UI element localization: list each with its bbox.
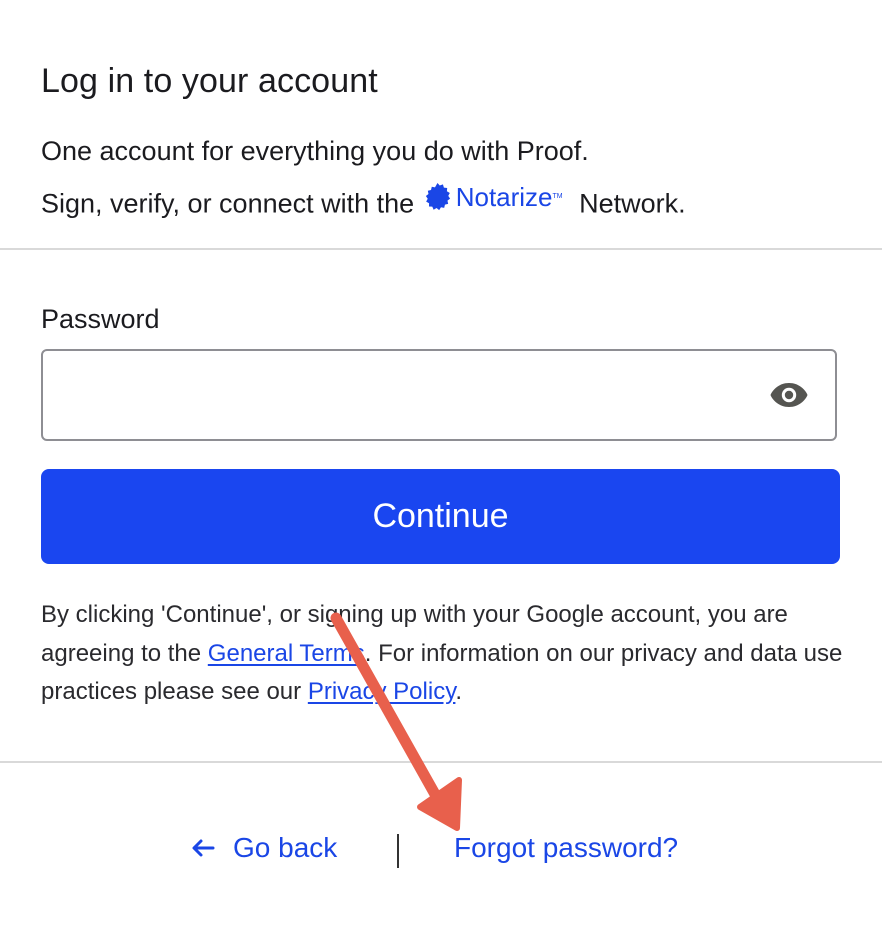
go-back-link[interactable]: Go back [191,832,337,864]
footer-separator [397,834,399,868]
subtitle-line-2-prefix: Sign, verify, or connect with the [41,188,415,219]
password-field[interactable] [41,349,837,441]
password-label: Password [41,304,160,334]
footer-divider [0,761,882,763]
notarize-tm: TM [552,193,563,200]
privacy-policy-link[interactable]: Privacy Policy [308,678,456,705]
notarize-brand-name: Notarize [455,182,553,212]
footer-nav: Go back Forgot password? [0,832,882,872]
general-terms-link[interactable]: General Terms [208,640,365,667]
subtitle-line-2-suffix: Network. [579,188,686,219]
subtitle-line-1: One account for everything you do with P… [41,136,589,166]
legal-text: By clicking 'Continue', or signing up wi… [41,596,851,712]
legal-part-3: . [455,678,463,705]
go-back-label: Go back [233,832,338,863]
continue-button[interactable]: Continue [41,469,840,564]
subtitle: One account for everything you do with P… [41,128,686,227]
eye-icon[interactable] [769,381,809,409]
header-divider [0,248,882,250]
notarize-logo: Notarize TM [422,174,572,220]
page-title: Log in to your account [41,62,378,100]
arrow-left-icon [192,839,215,857]
notarize-seal-icon [425,182,450,210]
forgot-password-link[interactable]: Forgot password? [454,832,678,864]
password-input[interactable] [59,351,763,441]
subtitle-line-2: Sign, verify, or connect with the Notari… [41,174,686,227]
